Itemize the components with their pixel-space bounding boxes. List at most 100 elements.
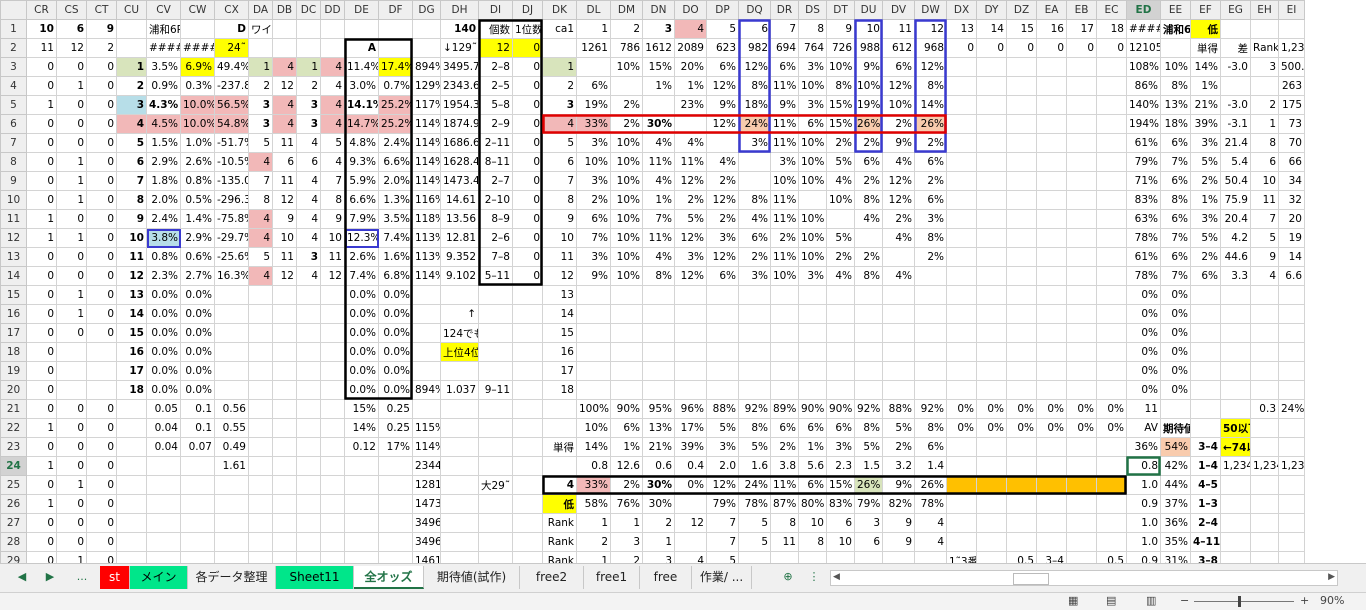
cell[interactable] <box>1066 285 1097 305</box>
cell[interactable] <box>1096 95 1127 115</box>
cell[interactable] <box>1006 456 1037 476</box>
cell[interactable]: 2.6% <box>180 152 215 172</box>
cell[interactable]: 0.5 <box>1096 551 1127 563</box>
cell[interactable]: 114% <box>412 171 441 191</box>
column-header[interactable]: DE <box>344 0 379 20</box>
cell[interactable] <box>146 551 181 563</box>
sheet-tab[interactable]: 全オッズ <box>354 566 424 589</box>
cell[interactable]: 0.8% <box>180 171 215 191</box>
cell[interactable] <box>272 304 297 324</box>
column-header[interactable]: DR <box>770 0 799 20</box>
cell[interactable] <box>1096 513 1127 533</box>
cell[interactable] <box>272 494 297 514</box>
cell[interactable]: 3% <box>576 171 611 191</box>
cell[interactable]: 6% <box>576 209 611 229</box>
cell[interactable]: 1954.3% <box>440 95 479 115</box>
cell[interactable] <box>272 361 297 381</box>
cell[interactable]: 2.9% <box>146 152 181 172</box>
cell[interactable]: Rank <box>542 551 577 563</box>
column-header[interactable]: CU <box>116 0 147 20</box>
cell[interactable]: 低 <box>1190 19 1221 39</box>
cell[interactable] <box>946 361 977 381</box>
column-header[interactable]: DN <box>642 0 675 20</box>
cell[interactable]: 0% <box>1036 399 1067 419</box>
cell[interactable] <box>1096 361 1127 381</box>
cell[interactable]: 0% <box>1006 418 1037 438</box>
cell[interactable]: 114% <box>412 114 441 134</box>
cell[interactable]: 2% <box>854 171 883 191</box>
cell[interactable] <box>1096 57 1127 77</box>
cell[interactable]: 0% <box>1126 304 1161 324</box>
cell[interactable] <box>440 456 479 476</box>
cell[interactable] <box>976 494 1007 514</box>
cell[interactable]: 6% <box>798 114 827 134</box>
cell[interactable] <box>248 323 273 343</box>
cell[interactable]: 6% <box>770 57 799 77</box>
cell[interactable] <box>320 285 345 305</box>
cell[interactable]: 1% <box>1190 190 1221 210</box>
cell[interactable]: 4 <box>248 228 273 248</box>
cell[interactable] <box>1220 494 1251 514</box>
cell[interactable]: 9 <box>320 209 345 229</box>
cell[interactable]: 4% <box>882 228 915 248</box>
cell[interactable]: 3 <box>296 95 321 115</box>
cell[interactable]: 140% <box>1126 95 1161 115</box>
cell[interactable]: 56.5% <box>214 95 249 115</box>
cell[interactable]: 33% <box>576 114 611 134</box>
cell[interactable]: 78% <box>914 494 947 514</box>
cell[interactable]: 9–11 <box>478 380 513 400</box>
cell[interactable] <box>146 456 181 476</box>
cell[interactable]: 116% <box>412 190 441 210</box>
cell[interactable]: 2% <box>914 171 947 191</box>
cell[interactable]: 0.0% <box>378 380 413 400</box>
cell[interactable]: 6 <box>854 532 883 552</box>
cell[interactable] <box>1096 209 1127 229</box>
cell[interactable] <box>1036 513 1067 533</box>
cell[interactable]: 1% <box>798 437 827 457</box>
cell[interactable] <box>1250 342 1279 362</box>
cell[interactable]: 9.3% <box>344 152 379 172</box>
cell[interactable]: 0.9 <box>1126 494 1161 514</box>
cell[interactable] <box>882 361 915 381</box>
cell[interactable]: 0.9 <box>1126 551 1161 563</box>
cell[interactable]: 12% <box>674 171 707 191</box>
cell[interactable]: 2% <box>882 209 915 229</box>
cell[interactable] <box>214 494 249 514</box>
cell[interactable] <box>248 361 273 381</box>
cell[interactable] <box>1096 437 1127 457</box>
cell[interactable] <box>738 342 771 362</box>
cell[interactable] <box>378 532 413 552</box>
cell[interactable]: 10% <box>882 95 915 115</box>
cell[interactable]: 0% <box>946 399 977 419</box>
cell[interactable]: 0% <box>1126 380 1161 400</box>
cell[interactable]: 5% <box>738 437 771 457</box>
cell[interactable]: 2% <box>610 475 643 495</box>
cell[interactable] <box>1160 38 1191 58</box>
cell[interactable] <box>320 513 345 533</box>
cell[interactable]: 1 <box>56 171 87 191</box>
cell[interactable] <box>882 342 915 362</box>
cell[interactable] <box>674 304 707 324</box>
cell[interactable] <box>770 285 799 305</box>
cell[interactable]: 83% <box>826 494 855 514</box>
cell[interactable]: 1.8% <box>146 171 181 191</box>
cell[interactable]: 6 <box>1250 152 1279 172</box>
cell[interactable]: 17.4% <box>378 57 413 77</box>
cell[interactable]: 0 <box>512 266 543 286</box>
cell-table[interactable]: CR CS CT CU CV CW CX DA DB DC DD DE DF DG DH DI DJ DK DL DM… <box>0 0 1305 563</box>
cell[interactable] <box>854 380 883 400</box>
cell[interactable]: 0.0% <box>344 323 379 343</box>
cell[interactable]: 1 <box>56 228 87 248</box>
cell[interactable]: 124でもいけそう <box>440 323 479 343</box>
cell[interactable] <box>248 285 273 305</box>
cell[interactable] <box>272 38 297 58</box>
cell[interactable]: 18% <box>738 95 771 115</box>
cell[interactable]: 13 <box>946 19 977 39</box>
cell[interactable]: 3% <box>1190 209 1221 229</box>
cell[interactable] <box>478 418 513 438</box>
cell[interactable]: 11 <box>272 247 297 267</box>
cell[interactable] <box>86 380 117 400</box>
cell[interactable] <box>296 342 321 362</box>
cell[interactable]: 10% <box>798 152 827 172</box>
cell[interactable]: 175 <box>1278 95 1305 115</box>
